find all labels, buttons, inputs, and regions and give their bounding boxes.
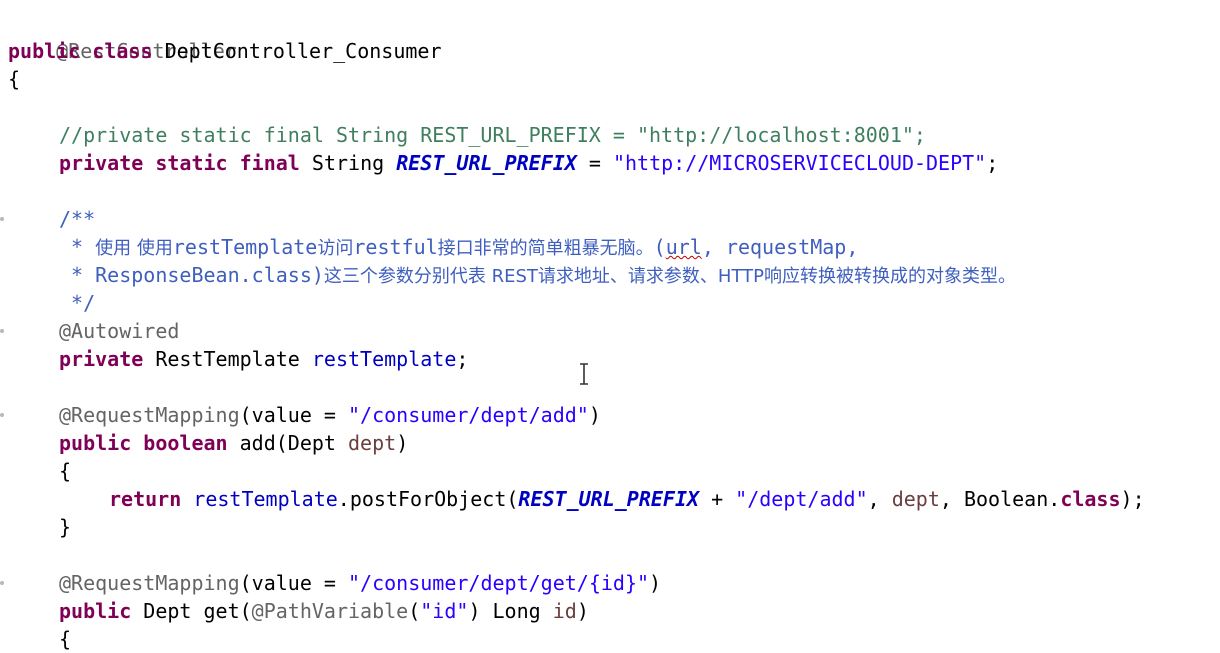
code-line: * ResponseBean.class)这三个参数分别代表 REST请求地址、… [59, 263, 1016, 287]
fold-marker-icon[interactable] [0, 217, 4, 221]
code-line: @RequestMapping(value = "/consumer/dept/… [59, 571, 662, 595]
code-line: public boolean add(Dept dept) [59, 431, 409, 455]
code-line: private static final String REST_URL_PRE… [59, 151, 999, 175]
code-line: */ [59, 291, 96, 315]
code-editor[interactable]: @RestController public class DeptControl… [0, 0, 1220, 651]
code-line: { [59, 627, 72, 651]
code-line: public class DeptController_Consumer [8, 39, 442, 63]
code-line: } [59, 515, 72, 539]
code-line: @RestController [56, 39, 237, 63]
code-line: public Dept get(@PathVariable("id") Long… [59, 599, 589, 623]
fold-marker-icon[interactable] [0, 329, 4, 333]
code-line: //private static final String REST_URL_P… [59, 123, 926, 147]
text-cursor-icon [580, 363, 588, 385]
fold-marker-icon[interactable] [0, 581, 4, 585]
code-line: @RequestMapping(value = "/consumer/dept/… [59, 403, 601, 427]
code-line: /** [59, 207, 96, 231]
code-line: * 使用 使用restTemplate访问restful接口非常的简单粗暴无脑。… [59, 235, 859, 259]
fold-marker-icon[interactable] [0, 413, 4, 417]
code-line: { [59, 459, 72, 483]
code-line: private RestTemplate restTemplate; [59, 347, 469, 371]
code-line: @Autowired [59, 319, 180, 343]
code-line: { [8, 67, 21, 91]
code-line: return restTemplate.postForObject(REST_U… [109, 487, 1145, 511]
